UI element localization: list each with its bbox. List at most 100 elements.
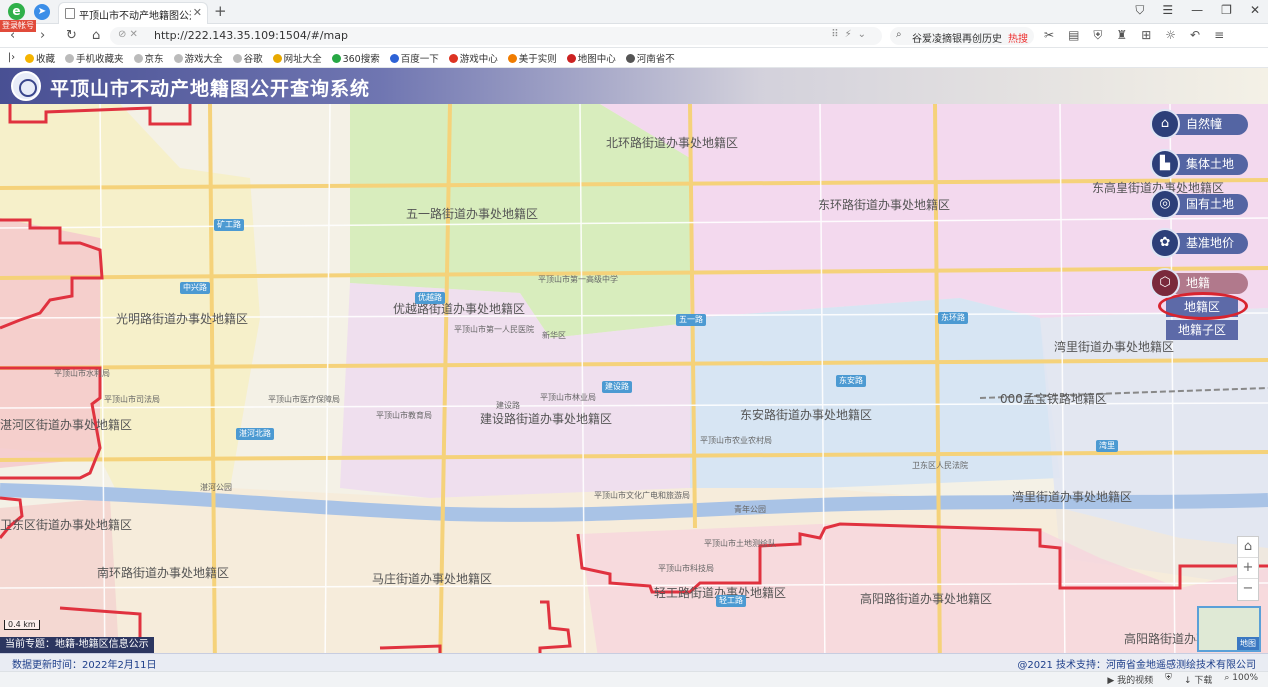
search-input[interactable]: ⌕ 谷爱凌摘银再创历史 热搜	[890, 27, 1034, 45]
browser-tab-bar: e ➤ 平顶山市不动产地籍图公开查询系统 ✕ + ⛉ ☰ — ❐ ✕	[0, 0, 1268, 24]
url-field[interactable]: ⊘ ✕ http://222.143.35.109:1504/#/map ⠿⚡⌄	[110, 27, 882, 45]
road-badge: 湾里	[1096, 440, 1118, 452]
menu-icon[interactable]: ☰	[1162, 3, 1173, 18]
poi-label: 平顶山市土地测绘队	[704, 539, 776, 548]
poi-label: 湛河公园	[200, 483, 232, 492]
layer-button-benchmark-price[interactable]: ✿ 基准地价	[1150, 228, 1248, 258]
scissors-icon[interactable]: ✂	[1044, 28, 1054, 43]
poi-label: 平顶山市科技局	[658, 564, 714, 573]
bookmark-item[interactable]: 收藏	[25, 51, 55, 65]
cube-icon: ⬡	[1150, 268, 1180, 298]
shield-status-icon[interactable]: ⛨	[1165, 673, 1172, 686]
district-label: 湾里街道办事处地籍区	[1054, 340, 1175, 354]
browser-logo-icon[interactable]: e	[8, 3, 25, 20]
reload-icon[interactable]: ↻	[66, 28, 77, 43]
game-icon[interactable]: ♜	[1116, 28, 1127, 43]
road-badge: 优越路	[415, 292, 445, 304]
bookmark-item[interactable]: 地图中心	[566, 51, 616, 65]
district-label: 东环路街道办事处地籍区	[818, 198, 951, 212]
undo-icon[interactable]: ↶	[1190, 28, 1200, 43]
road-badge: 湛河北路	[236, 428, 274, 440]
app-footer: 数据更新时间：2022年2月11日 @2021 技术支持：河南省金地遥感测绘技术…	[0, 653, 1268, 671]
page-icon	[65, 8, 75, 19]
bookmark-item[interactable]: 美于实则	[507, 51, 557, 65]
district-label: 湾里街道办事处地籍区	[1012, 490, 1133, 504]
bookmark-item[interactable]: 360搜索	[331, 51, 380, 65]
forward-icon[interactable]: ›	[40, 28, 45, 43]
bookmarks-bar: |› 收藏 手机收藏夹 京东 游戏大全 谷歌 网址大全 360搜索 百度一下 游…	[0, 48, 1268, 68]
zoom-in-button[interactable]: +	[1238, 558, 1258, 579]
search-text: 谷爱凌摘银再创历史	[912, 34, 1002, 45]
district-label: 南环路街道办事处地籍区	[97, 566, 230, 580]
road-badge: 建设路	[602, 381, 632, 393]
poi-label: 平顶山市教育局	[376, 411, 432, 420]
minimize-button[interactable]: —	[1191, 3, 1203, 18]
zoom-level[interactable]: ⌕ 100%	[1224, 673, 1258, 686]
url-tools-icon[interactable]: ⠿⚡⌄	[831, 29, 872, 40]
road-badge: 轻工路	[716, 595, 746, 607]
scale-bar: 0.4 km	[4, 620, 40, 630]
layer-button-natural-building[interactable]: ⌂ 自然幢	[1150, 109, 1248, 139]
overview-minimap[interactable]: 地图	[1197, 606, 1261, 652]
house-icon: ⌂	[1150, 109, 1180, 139]
browser-menu-icon[interactable]: ≡	[1214, 28, 1224, 43]
bookmark-item[interactable]: 谷歌	[232, 51, 263, 65]
road-badge: 东环路	[938, 312, 968, 324]
restore-button[interactable]: ❐	[1221, 3, 1232, 18]
bookmark-item[interactable]: 百度一下	[389, 51, 439, 65]
poi-label: 平顶山市林业局	[540, 393, 596, 402]
security-icon[interactable]: ⊘ ✕	[118, 29, 138, 40]
emblem-icon	[11, 71, 41, 101]
bookmark-item[interactable]: 京东	[133, 51, 164, 65]
road-badge: 矿工路	[214, 219, 244, 231]
toolbar-icons: ✂ ▤ ⛨ ♜ ⊞ ☼ ↶ ≡	[1044, 28, 1224, 43]
sidebar-toggle-icon[interactable]: |›	[8, 52, 15, 63]
new-tab-button[interactable]: +	[214, 2, 227, 20]
brightness-icon[interactable]: ☼	[1165, 28, 1176, 43]
district-label: 优越路街道办事处地籍区	[393, 302, 526, 316]
poi-label: 平顶山市第一人民医院	[454, 325, 534, 334]
poi-label: 平顶山市文化广电和旅游局	[594, 491, 690, 500]
shield-icon[interactable]: ⛨	[1093, 28, 1102, 43]
video-link[interactable]: ▶ 我的视频	[1107, 673, 1153, 686]
map-controls: ⌂ + −	[1237, 536, 1259, 601]
road-badge: 东安路	[836, 375, 866, 387]
sub-layer-cadastral-subdistrict[interactable]: 地籍子区	[1166, 320, 1238, 340]
zoom-out-button[interactable]: −	[1238, 579, 1258, 600]
close-window-button[interactable]: ✕	[1250, 3, 1260, 18]
district-label: 五一路街道办事处地籍区	[406, 207, 539, 221]
layer-button-state-land[interactable]: ◎ 国有土地	[1150, 189, 1248, 219]
china-map-icon: ✿	[1150, 228, 1180, 258]
map-view[interactable]: 北环路街道办事处地籍区 东环路街道办事处地籍区 东高皇街道办事处地籍区 五一路街…	[0, 68, 1268, 671]
browser-status-bar: ▶ 我的视频 ⛨ ↓ 下载 ⌕ 100%	[0, 671, 1268, 687]
road-badge: 五一路	[676, 314, 706, 326]
district-label: 北环路街道办事处地籍区	[606, 136, 739, 150]
tab-title: 平顶山市不动产地籍图公开查询系统	[79, 11, 191, 22]
browser-tab[interactable]: 平顶山市不动产地籍图公开查询系统 ✕	[58, 2, 208, 24]
download-link[interactable]: ↓ 下载	[1184, 673, 1212, 686]
login-badge[interactable]: 登录帐号	[0, 20, 36, 32]
close-tab-icon[interactable]: ✕	[193, 6, 202, 19]
layer-button-collective-land[interactable]: ▙ 集体土地	[1150, 149, 1248, 179]
search-icon: ⌕	[896, 29, 902, 40]
compass-icon[interactable]: ➤	[34, 4, 50, 20]
bookmark-item[interactable]: 河南省不	[625, 51, 675, 65]
poi-label: 平顶山市水利局	[54, 369, 110, 378]
shirt-icon[interactable]: ⛉	[1135, 3, 1144, 18]
home-extent-icon[interactable]: ⌂	[1238, 537, 1258, 558]
app-title: 平顶山市不动产地籍图公开查询系统	[50, 78, 371, 100]
hot-search-badge: 热搜	[1008, 34, 1028, 45]
bookmark-item[interactable]: 游戏中心	[448, 51, 498, 65]
extension-icon[interactable]: ▤	[1068, 28, 1079, 43]
home-icon[interactable]: ⌂	[92, 28, 100, 43]
poi-label: 青年公园	[734, 505, 766, 514]
district-label: 卫东区街道办事处地籍区	[0, 518, 133, 532]
window-controls: ⛉ ☰ — ❐ ✕	[1135, 3, 1260, 18]
bookmark-item[interactable]: 游戏大全	[173, 51, 223, 65]
seal-icon: ◎	[1150, 189, 1180, 219]
grid-icon[interactable]: ⊞	[1141, 28, 1151, 43]
bookmark-item[interactable]: 网址大全	[272, 51, 322, 65]
bookmark-item[interactable]: 手机收藏夹	[65, 51, 124, 65]
road-badge: 中兴路	[180, 282, 210, 294]
poi-label: 平顶山市医疗保障局	[268, 395, 340, 404]
